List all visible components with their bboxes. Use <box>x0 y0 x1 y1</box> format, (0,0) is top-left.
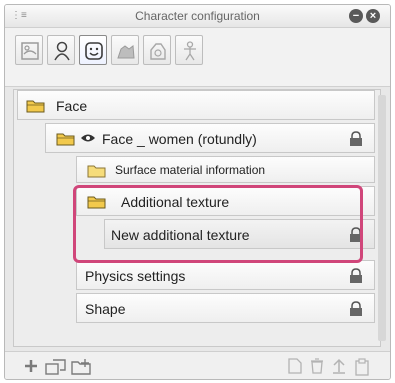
body-tab-icon <box>54 41 70 61</box>
minimize-button[interactable]: − <box>349 9 363 23</box>
folder-icon <box>87 165 106 178</box>
panel-titlebar: ⋮≡ Character configuration − × <box>5 5 390 28</box>
upload-icon[interactable] <box>332 358 346 374</box>
paste-icon[interactable] <box>354 358 370 376</box>
tree-row-label: Shape <box>85 301 126 317</box>
face-tab-icon <box>85 42 103 60</box>
tab-face[interactable] <box>79 35 107 65</box>
tree-row-label: Face _ women (rotundly) <box>102 131 257 147</box>
tab-body[interactable] <box>47 35 75 65</box>
tab-animal[interactable] <box>111 35 139 65</box>
lock-icon[interactable] <box>348 131 364 147</box>
tab-human[interactable] <box>175 35 203 65</box>
bag-tab-icon <box>150 43 166 60</box>
tree-row-shape[interactable]: Shape <box>76 293 375 323</box>
close-button[interactable]: × <box>366 9 380 23</box>
tree-row-label: Surface material information <box>115 163 266 177</box>
texture-tab-icon <box>21 42 39 60</box>
folder-icon <box>26 100 45 113</box>
tree-row-label: Physics settings <box>85 268 186 284</box>
vertical-scrollbar[interactable] <box>378 95 386 341</box>
tree-row-physics-settings[interactable]: Physics settings <box>76 260 375 290</box>
lock-icon[interactable] <box>348 268 364 284</box>
add-folder-icon[interactable] <box>71 358 93 376</box>
tab-bag[interactable] <box>143 35 171 65</box>
new-page-icon[interactable] <box>288 358 302 374</box>
eye-icon[interactable] <box>80 132 96 144</box>
animal-tab-icon <box>117 45 135 59</box>
lock-icon[interactable] <box>348 301 364 317</box>
add-icon[interactable] <box>23 358 39 374</box>
tree-row-surface-material[interactable]: Surface material information <box>76 156 375 183</box>
character-configuration-panel: ⋮≡ Character configuration − × Face Face… <box>4 4 391 380</box>
highlight-box <box>73 185 363 263</box>
delete-icon[interactable] <box>310 358 324 374</box>
bottom-toolbar <box>5 351 390 379</box>
panel-title: Character configuration <box>135 9 260 23</box>
human-tab-icon <box>184 41 196 61</box>
tab-texture[interactable] <box>15 35 43 65</box>
tabs-bar <box>5 28 390 87</box>
tree-row-label: Face <box>56 98 88 114</box>
folder-icon <box>56 133 75 146</box>
tree-row-face[interactable]: Face <box>17 90 375 120</box>
new-folder-icon[interactable] <box>45 358 67 376</box>
tree-row-face-women[interactable]: Face _ women (rotundly) <box>45 123 375 153</box>
